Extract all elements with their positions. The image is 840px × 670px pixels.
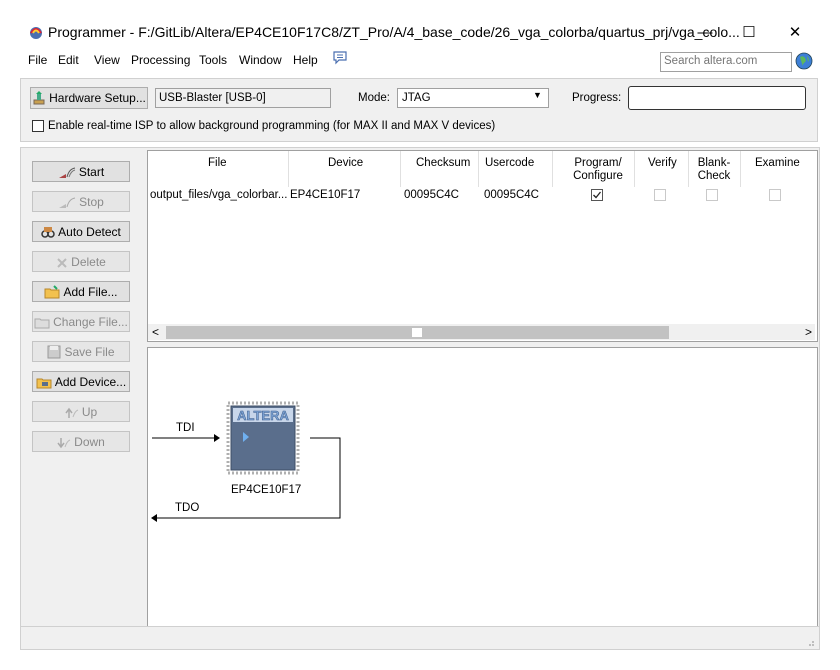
resize-grip-icon[interactable] [805, 636, 815, 650]
header-blank-check[interactable]: Blank- Check [696, 157, 732, 183]
column-divider [634, 151, 635, 187]
cell-device: EP4CE10F17 [290, 189, 361, 201]
tdi-label: TDI [176, 422, 195, 434]
progress-label: Progress: [572, 92, 622, 104]
change-file-label: Change File... [53, 315, 128, 329]
start-icon [58, 165, 76, 185]
blank-check-checkbox[interactable] [706, 189, 718, 201]
scroll-left-arrow[interactable]: < [152, 325, 159, 339]
header-program-line1: Program/ [574, 157, 622, 169]
column-divider [740, 151, 741, 187]
header-program-line2: Configure [573, 170, 623, 182]
scroll-right-arrow[interactable]: > [805, 325, 812, 339]
header-verify[interactable]: Verify [648, 157, 677, 170]
tdi-arrowhead [214, 434, 220, 442]
file-table: File Device Checksum Usercode Program/ C… [147, 150, 818, 342]
up-icon [65, 405, 79, 425]
stop-label: Stop [79, 195, 104, 209]
auto-detect-label: Auto Detect [58, 225, 121, 239]
menu-processing[interactable]: Processing [131, 53, 190, 67]
up-button[interactable]: Up [32, 401, 130, 422]
delete-label: Delete [71, 255, 106, 269]
maximize-button[interactable]: ☐ [726, 20, 772, 46]
hardware-setup-label: Hardware Setup... [49, 91, 146, 105]
hardware-field: USB-Blaster [USB-0] [155, 88, 331, 108]
column-divider [400, 151, 401, 187]
save-file-icon [47, 345, 61, 365]
start-label: Start [78, 165, 105, 179]
chip-logo: ALTERA [237, 408, 289, 423]
change-file-button[interactable]: Change File... [32, 311, 130, 332]
mode-label: Mode: [358, 92, 390, 104]
isp-label: Enable real-time ISP to allow background… [48, 120, 496, 132]
window-title: Programmer - F:/GitLib/Altera/EP4CE10F17… [48, 24, 740, 40]
stop-icon [58, 195, 76, 215]
start-button[interactable]: Start [32, 161, 130, 182]
program-checkbox[interactable] [591, 189, 603, 201]
menu-edit[interactable]: Edit [58, 53, 79, 67]
verify-checkbox[interactable] [654, 189, 666, 201]
stop-button[interactable]: Stop [32, 191, 130, 212]
add-device-label: Add Device... [54, 375, 127, 389]
up-label: Up [81, 405, 98, 419]
add-file-button[interactable]: Add File... [32, 281, 130, 302]
menu-help[interactable]: Help [293, 53, 318, 67]
change-file-icon [34, 315, 50, 335]
menu-view[interactable]: View [94, 53, 120, 67]
save-file-label: Save File [64, 345, 115, 359]
isp-checkbox[interactable] [32, 120, 44, 132]
scrollbar-thumb-grip [412, 328, 422, 337]
add-device-icon [36, 375, 52, 395]
down-button[interactable]: Down [32, 431, 130, 452]
minimize-button[interactable]: — [682, 20, 728, 46]
tdo-arrowhead [151, 514, 157, 522]
device-chip[interactable]: ALTERA [226, 401, 300, 475]
hardware-setup-icon [32, 91, 46, 111]
menu-window[interactable]: Window [239, 53, 282, 67]
add-file-icon [44, 285, 60, 305]
cell-file: output_files/vga_colorbar... [150, 189, 288, 201]
save-file-button[interactable]: Save File [32, 341, 130, 362]
header-blank-line1: Blank- [697, 157, 731, 169]
down-label: Down [74, 435, 105, 449]
mode-select[interactable]: JTAG [397, 88, 549, 108]
globe-icon[interactable] [795, 52, 813, 70]
cell-checksum: 00095C4C [404, 189, 459, 201]
auto-detect-button[interactable]: Auto Detect [32, 221, 130, 242]
add-file-label: Add File... [63, 285, 118, 299]
header-checksum[interactable]: Checksum [416, 157, 470, 170]
delete-button[interactable]: Delete [32, 251, 130, 272]
programmer-app-icon [28, 24, 44, 43]
device-label: EP4CE10F17 [231, 484, 302, 496]
search-input[interactable] [661, 53, 791, 69]
header-usercode[interactable]: Usercode [485, 157, 534, 170]
down-icon [57, 435, 71, 455]
chevron-down-icon: ▼ [533, 90, 542, 100]
progress-bar [628, 86, 806, 110]
tdo-label: TDO [175, 502, 200, 514]
feedback-icon[interactable] [332, 51, 348, 68]
column-divider [552, 151, 553, 187]
menu-tools[interactable]: Tools [199, 53, 227, 67]
auto-detect-icon [41, 225, 55, 245]
column-divider [288, 151, 289, 187]
header-device[interactable]: Device [328, 157, 363, 170]
header-blank-line2: Check [697, 170, 731, 182]
column-divider [688, 151, 689, 187]
close-button[interactable]: ✕ [772, 20, 818, 46]
examine-checkbox[interactable] [769, 189, 781, 201]
header-examine[interactable]: Examine [755, 157, 800, 170]
add-device-button[interactable]: Add Device... [32, 371, 130, 392]
delete-icon [56, 255, 68, 275]
header-program-configure[interactable]: Program/ Configure [572, 157, 624, 183]
cell-usercode: 00095C4C [484, 189, 539, 201]
column-divider [478, 151, 479, 187]
header-file[interactable]: File [208, 157, 227, 170]
status-bar [20, 626, 820, 650]
menu-file[interactable]: File [28, 53, 47, 67]
hardware-setup-button[interactable]: Hardware Setup... [30, 87, 148, 109]
checkmark-icon [593, 191, 602, 199]
search-box [660, 52, 792, 72]
